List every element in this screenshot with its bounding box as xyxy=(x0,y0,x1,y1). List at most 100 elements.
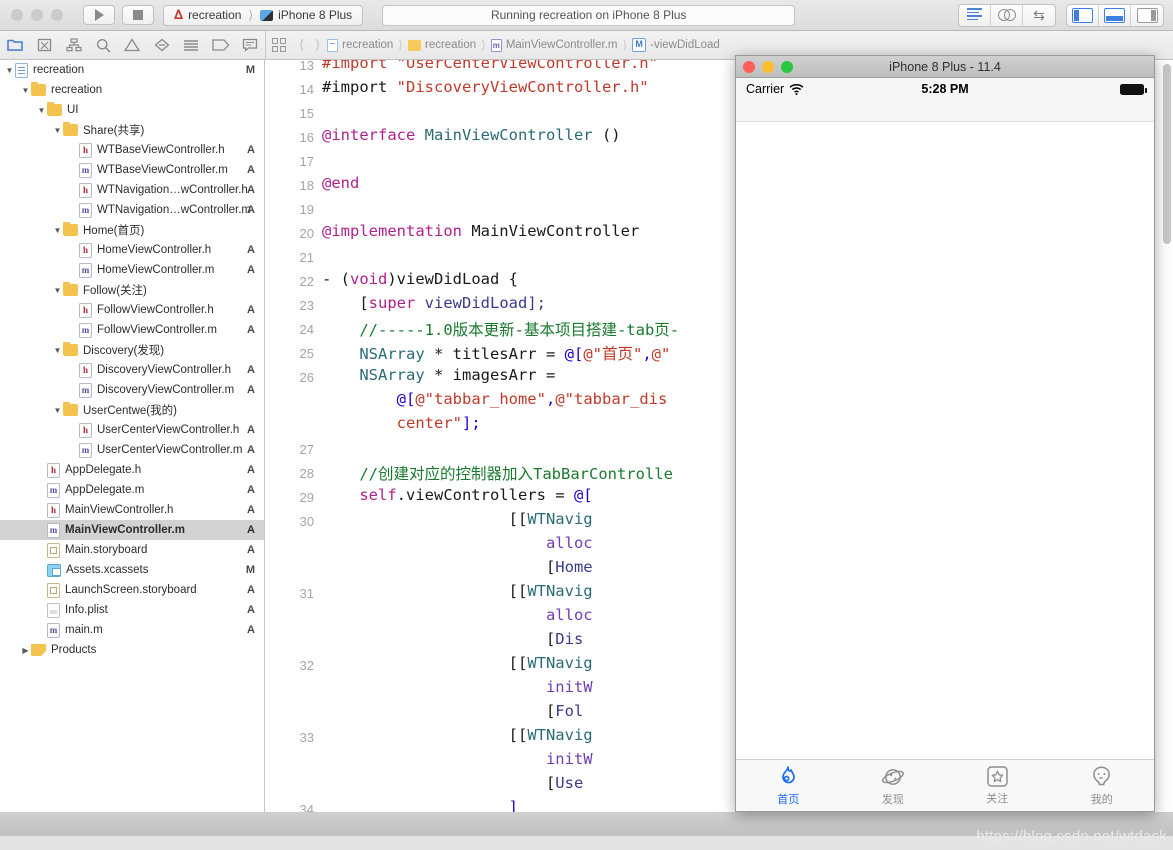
ios-content-area[interactable] xyxy=(736,123,1154,759)
scheme-selector[interactable]: ∆ recreation ⟩ iPhone 8 Plus xyxy=(163,5,363,26)
toggle-utilities-button[interactable] xyxy=(1131,5,1163,26)
sidebar-item-project-navigator[interactable] xyxy=(0,31,29,59)
breadcrumb-item-method[interactable]: M -viewDidLoad xyxy=(632,38,720,52)
navigator-row[interactable]: Follow(关注) xyxy=(0,280,264,300)
navigator-row[interactable]: hFollowViewController.hA xyxy=(0,300,264,320)
sidebar-item-debug-navigator[interactable] xyxy=(177,31,206,59)
code-token: void xyxy=(350,270,387,288)
sidebar-item-source-control-navigator[interactable] xyxy=(29,31,58,59)
navigator-row[interactable]: mWTNavigation…wController.mA xyxy=(0,200,264,220)
navigator-row[interactable]: mMainViewController.mA xyxy=(0,520,264,540)
navigator-row[interactable]: Home(首页) xyxy=(0,220,264,240)
file-icon-wrap: h xyxy=(79,423,92,438)
code-text: NSArray * imagesArr = xyxy=(322,366,555,384)
code-token: [[ xyxy=(322,582,527,600)
navigator-row[interactable]: Assets.xcassetsM xyxy=(0,560,264,580)
simulator-window[interactable]: iPhone 8 Plus - 11.4 Carrier 5:28 PM xyxy=(735,55,1155,812)
navigator-row[interactable]: Share(共享) xyxy=(0,120,264,140)
navigator-row[interactable]: recreation xyxy=(0,80,264,100)
tab-discover[interactable]: 发现 xyxy=(841,760,946,811)
line-number: 34 xyxy=(266,802,314,812)
zoom-button[interactable] xyxy=(51,9,63,21)
scm-status-badge: A xyxy=(247,424,255,436)
file-icon-wrap: h xyxy=(79,363,92,378)
forward-button[interactable]: ⟩ xyxy=(311,37,324,53)
sidebar-item-breakpoint-navigator[interactable] xyxy=(206,31,235,59)
navigator-row[interactable]: hMainViewController.hA xyxy=(0,500,264,520)
scm-status-badge: A xyxy=(247,584,255,596)
line-number: 20 xyxy=(266,226,314,241)
navigator-row[interactable]: Discovery(发现) xyxy=(0,340,264,360)
simulator-close-button[interactable] xyxy=(743,61,755,73)
disclosure-triangle-open[interactable] xyxy=(36,106,47,115)
close-button[interactable] xyxy=(11,9,23,21)
navigator-row[interactable]: mHomeViewController.mA xyxy=(0,260,264,280)
code-token: [ xyxy=(322,558,555,576)
m-file-icon: m xyxy=(491,39,502,52)
sidebar-item-find-navigator[interactable] xyxy=(88,31,117,59)
navigator-row[interactable]: mWTBaseViewController.mA xyxy=(0,160,264,180)
navigator-row[interactable]: mFollowViewController.mA xyxy=(0,320,264,340)
navigator-row[interactable]: mmain.mA xyxy=(0,620,264,640)
navigator-row[interactable]: LaunchScreen.storyboardA xyxy=(0,580,264,600)
simulator-screen[interactable]: Carrier 5:28 PM xyxy=(736,78,1154,811)
sidebar-item-symbol-navigator[interactable] xyxy=(59,31,88,59)
navigator-row[interactable]: UI xyxy=(0,100,264,120)
code-token: super xyxy=(369,294,416,312)
disclosure-triangle-closed[interactable] xyxy=(20,646,31,655)
minimize-button[interactable] xyxy=(31,9,43,21)
code-token: "DiscoveryViewController.h" xyxy=(397,78,649,96)
disclosure-triangle-open[interactable] xyxy=(52,406,63,415)
navigator-row[interactable]: mDiscoveryViewController.mA xyxy=(0,380,264,400)
run-button[interactable] xyxy=(83,5,115,25)
navigator-row[interactable]: hUserCenterViewController.hA xyxy=(0,420,264,440)
navigator-row[interactable]: mAppDelegate.mA xyxy=(0,480,264,500)
debug-pane-icon xyxy=(1104,8,1125,23)
toggle-navigator-button[interactable] xyxy=(1067,5,1099,26)
related-items-icon[interactable] xyxy=(272,38,286,52)
breadcrumb-item-group[interactable]: recreation xyxy=(408,39,476,51)
standard-editor-button[interactable] xyxy=(959,5,991,26)
version-editor-button[interactable]: ⇆ xyxy=(1023,5,1055,26)
sidebar-item-test-navigator[interactable] xyxy=(147,31,176,59)
navigator-row[interactable]: hHomeViewController.hA xyxy=(0,240,264,260)
stop-button[interactable] xyxy=(122,5,154,25)
disclosure-triangle-open[interactable] xyxy=(20,86,31,95)
assistant-editor-button[interactable] xyxy=(991,5,1023,26)
disclosure-triangle-open[interactable] xyxy=(52,286,63,295)
navigator-row[interactable]: UserCentwe(我的) xyxy=(0,400,264,420)
simulator-zoom-button[interactable] xyxy=(781,61,793,73)
breadcrumb-item-file[interactable]: m MainViewController.m xyxy=(491,39,618,52)
navigator-row[interactable]: hDiscoveryViewController.hA xyxy=(0,360,264,380)
file-icon-wrap: m xyxy=(79,383,92,398)
navigator-row[interactable]: hAppDelegate.hA xyxy=(0,460,264,480)
navigator-row-label: FollowViewController.h xyxy=(97,304,264,316)
sidebar-item-report-navigator[interactable] xyxy=(236,31,265,59)
project-navigator-list[interactable]: recreationMrecreationUIShare(共享)hWTBaseV… xyxy=(0,60,265,850)
ios-status-bar: Carrier 5:28 PM xyxy=(736,78,1154,100)
disclosure-triangle-open[interactable] xyxy=(52,346,63,355)
code-text: self.viewControllers = @[ xyxy=(322,486,593,504)
navigator-row[interactable]: Products xyxy=(0,640,264,660)
back-button[interactable]: ⟨ xyxy=(295,37,308,53)
tab-home[interactable]: 首页 xyxy=(736,760,841,811)
toggle-debug-area-button[interactable] xyxy=(1099,5,1131,26)
navigator-row[interactable]: recreationM xyxy=(0,60,264,80)
file-icon-wrap: h xyxy=(79,143,92,158)
simulator-minimize-button[interactable] xyxy=(762,61,774,73)
navigator-row[interactable]: Main.storyboardA xyxy=(0,540,264,560)
editor-scrollbar[interactable] xyxy=(1163,64,1171,244)
navigator-row[interactable]: hWTNavigation…wController.hA xyxy=(0,180,264,200)
disclosure-triangle-open[interactable] xyxy=(4,66,15,75)
sidebar-item-issue-navigator[interactable] xyxy=(118,31,147,59)
disclosure-triangle-open[interactable] xyxy=(52,126,63,135)
tab-mine[interactable]: 我的 xyxy=(1050,760,1155,811)
navigator-row[interactable]: hWTBaseViewController.hA xyxy=(0,140,264,160)
planet-icon xyxy=(881,765,905,789)
disclosure-triangle-open[interactable] xyxy=(52,226,63,235)
navigator-row[interactable]: Info.plistA xyxy=(0,600,264,620)
tab-follow[interactable]: 关注 xyxy=(945,760,1050,811)
navigator-row[interactable]: mUserCenterViewController.mA xyxy=(0,440,264,460)
code-token: @[ xyxy=(574,486,593,504)
breadcrumb-item-project[interactable]: recreation xyxy=(327,39,393,52)
